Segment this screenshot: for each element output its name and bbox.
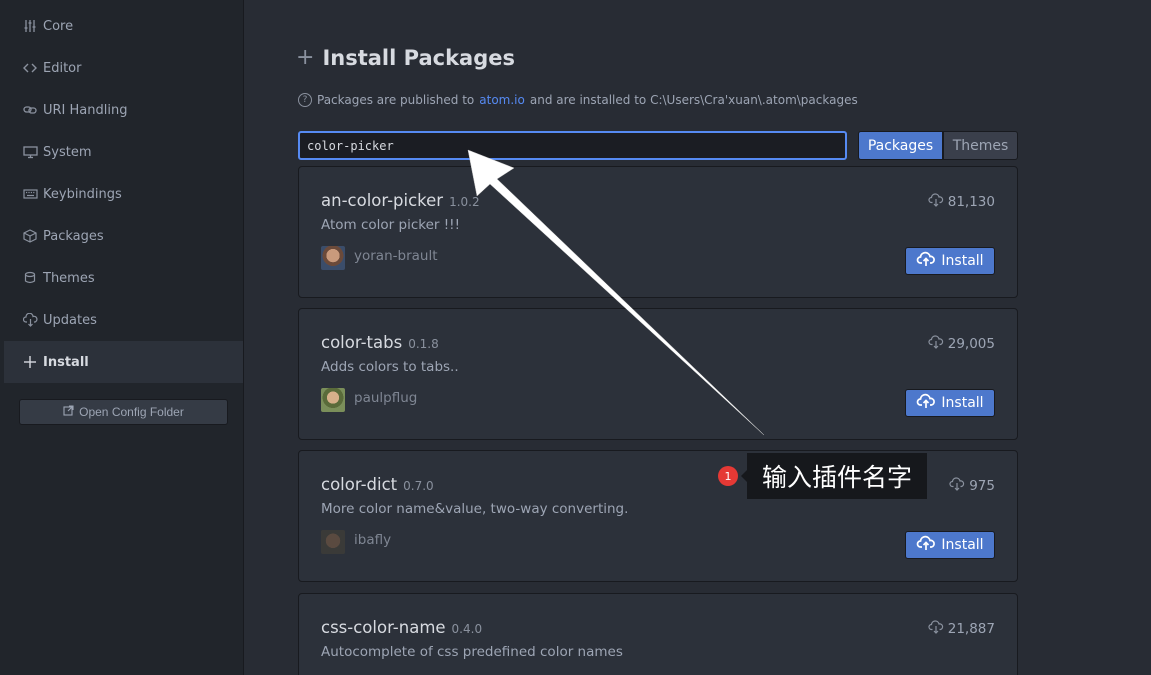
keyboard-icon — [22, 186, 38, 202]
sidebar-item-keybindings[interactable]: Keybindings — [4, 173, 243, 215]
package-version: 0.7.0 — [403, 479, 434, 493]
package-author[interactable]: ibafly — [354, 532, 391, 548]
cloud-upload-icon — [916, 393, 936, 413]
sidebar-item-label: Packages — [43, 228, 104, 244]
cloud-download-icon — [928, 193, 944, 211]
sliders-icon — [22, 18, 38, 34]
sidebar-item-core[interactable]: Core — [4, 5, 243, 47]
sidebar-item-editor[interactable]: Editor — [4, 47, 243, 89]
link-icon — [22, 102, 38, 118]
package-description: Adds colors to tabs.. — [321, 359, 459, 375]
download-count-value: 975 — [969, 478, 995, 494]
package-version: 1.0.2 — [449, 195, 480, 209]
question-icon: ? — [298, 93, 312, 107]
package-description: Atom color picker !!! — [321, 217, 460, 233]
package-description: More color name&value, two-way convertin… — [321, 501, 629, 517]
cloud-upload-icon — [916, 535, 936, 555]
package-icon — [22, 228, 38, 244]
package-name[interactable]: css-color-name — [321, 618, 446, 637]
plus-icon: + — [296, 45, 315, 70]
cloud-download-icon — [22, 312, 38, 328]
config-button-label: Open Config Folder — [79, 405, 184, 419]
cloud-upload-icon — [916, 251, 936, 271]
install-button[interactable]: Install — [905, 531, 995, 559]
sidebar-item-label: Core — [43, 18, 74, 34]
themes-toggle-button[interactable]: Themes — [943, 131, 1018, 160]
package-author[interactable]: paulpflug — [354, 390, 417, 406]
install-button-label: Install — [941, 537, 984, 553]
author-avatar[interactable] — [321, 388, 345, 412]
cloud-download-icon — [949, 477, 965, 495]
install-button[interactable]: Install — [905, 389, 995, 417]
cloud-download-icon — [928, 335, 944, 353]
sidebar-item-label: Themes — [43, 270, 95, 286]
paintcan-icon — [22, 270, 38, 286]
install-button-label: Install — [941, 395, 984, 411]
atom-io-link[interactable]: atom.io — [479, 93, 525, 107]
package-search-input[interactable] — [298, 131, 847, 160]
sidebar-item-themes[interactable]: Themes — [4, 257, 243, 299]
page-title: Install Packages — [322, 46, 515, 70]
sidebar-item-label: Keybindings — [43, 186, 122, 202]
settings-sidebar: Core Editor URI Handling System Keybindi… — [0, 0, 244, 675]
download-count-value: 81,130 — [947, 194, 995, 210]
package-name[interactable]: color-dict — [321, 475, 397, 494]
package-author[interactable]: yoran-brault — [354, 248, 438, 264]
annotation-badge: 1 — [718, 466, 738, 486]
hint-suffix: and are installed to C:\Users\Cra'xuan\.… — [529, 93, 858, 107]
search-type-toggle: Packages Themes — [858, 131, 1018, 160]
package-version: 0.1.8 — [408, 337, 439, 351]
sidebar-item-install[interactable]: Install — [4, 341, 243, 383]
download-count: 975 — [949, 477, 995, 495]
author-avatar[interactable] — [321, 530, 345, 554]
package-name[interactable]: an-color-picker — [321, 191, 443, 210]
package-card: an-color-picker 1.0.2 Atom color picker !… — [298, 166, 1018, 298]
open-config-folder-button[interactable]: Open Config Folder — [19, 399, 228, 425]
package-name[interactable]: color-tabs — [321, 333, 402, 352]
external-link-icon — [63, 405, 74, 419]
package-card: css-color-name 0.4.0 Autocomplete of css … — [298, 593, 1018, 675]
install-button[interactable]: Install — [905, 247, 995, 275]
monitor-icon — [22, 144, 38, 160]
sidebar-item-label: Updates — [43, 312, 97, 328]
sidebar-item-uri-handling[interactable]: URI Handling — [4, 89, 243, 131]
sidebar-item-label: System — [43, 144, 92, 160]
sidebar-item-label: Install — [43, 354, 89, 370]
download-count: 29,005 — [928, 335, 995, 353]
sidebar-item-system[interactable]: System — [4, 131, 243, 173]
sidebar-item-label: Editor — [43, 60, 82, 76]
download-count-value: 29,005 — [947, 336, 995, 352]
code-icon — [22, 60, 38, 76]
package-description: Autocomplete of css predefined color nam… — [321, 644, 623, 660]
install-hint: ? Packages are published to atom.io and … — [298, 93, 858, 107]
section-heading: + Install Packages — [296, 46, 515, 70]
package-card: color-tabs 0.1.8 Adds colors to tabs.. pa… — [298, 308, 1018, 440]
package-version: 0.4.0 — [451, 622, 483, 636]
author-avatar[interactable] — [321, 246, 345, 270]
annotation-tooltip: 输入插件名字 — [741, 453, 927, 499]
cloud-download-icon — [928, 620, 944, 638]
packages-toggle-button[interactable]: Packages — [858, 131, 943, 160]
hint-prefix: Packages are published to — [317, 93, 475, 107]
sidebar-item-updates[interactable]: Updates — [4, 299, 243, 341]
install-button-label: Install — [941, 253, 984, 269]
install-panel: + Install Packages ? Packages are publis… — [244, 0, 1151, 675]
sidebar-item-packages[interactable]: Packages — [4, 215, 243, 257]
download-count: 81,130 — [928, 193, 995, 211]
download-count-value: 21,887 — [947, 621, 995, 637]
plus-icon — [22, 354, 38, 370]
download-count: 21,887 — [928, 620, 995, 638]
sidebar-item-label: URI Handling — [43, 102, 128, 118]
